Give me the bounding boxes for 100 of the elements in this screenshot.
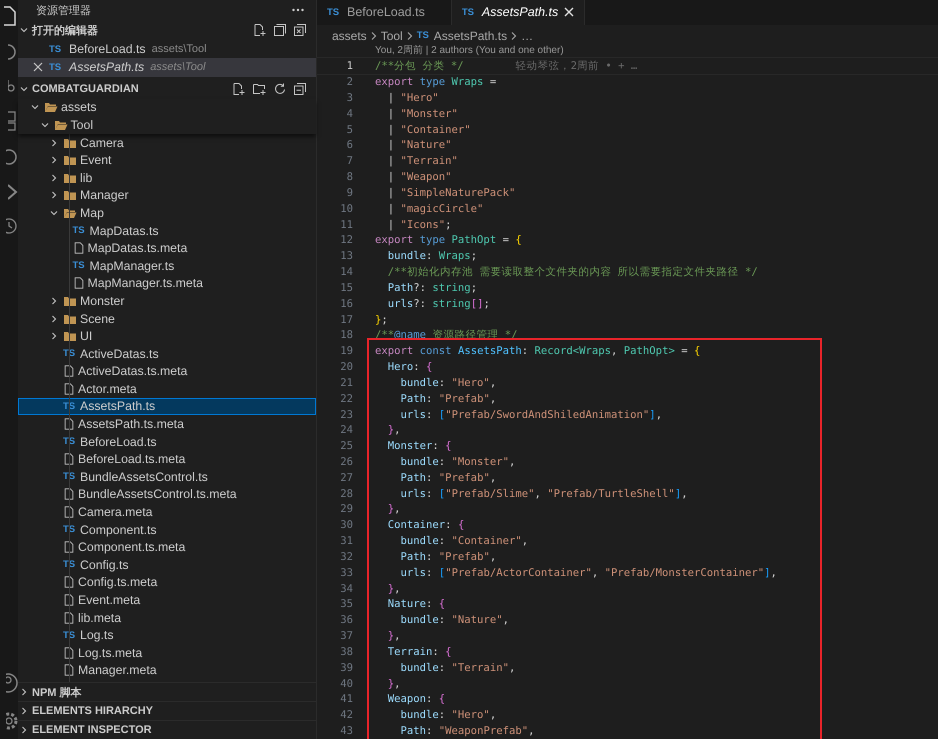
panel-title[interactable]: NPM 脚本 [32, 684, 82, 700]
chevron-icon[interactable] [19, 706, 29, 716]
folder-icon [63, 172, 77, 184]
tree-item[interactable]: Log.ts.meta [18, 644, 316, 662]
code-line: }, [386, 503, 401, 516]
item-label: BundleAssetsControl.ts [80, 470, 208, 484]
item-label: Manager.meta [78, 663, 157, 678]
close-all-icon[interactable] [294, 24, 306, 36]
new-file-icon[interactable] [233, 82, 245, 95]
breadcrumb-item[interactable]: … [521, 28, 534, 43]
code-line: | "Weapon" [386, 171, 452, 184]
item-label: BundleAssetsControl.ts.meta [78, 487, 237, 502]
item-label: Manager [80, 188, 129, 202]
section-title[interactable]: 打开的编辑器 [32, 22, 252, 38]
line-number: 36 [339, 614, 353, 626]
item-label: UI [80, 329, 92, 344]
chevron-icon[interactable] [19, 687, 29, 697]
more-icon[interactable] [292, 8, 304, 12]
chevron-icon[interactable] [49, 138, 59, 148]
tree-item[interactable]: Actor.meta [18, 380, 316, 398]
item-label: Event.meta [78, 593, 140, 608]
item-label: Map [80, 206, 104, 220]
tree-item[interactable]: Map [18, 204, 316, 222]
tree-item[interactable]: TS MapDatas.ts [18, 222, 316, 240]
item-label: Scene [80, 312, 115, 326]
collapse-all-icon[interactable] [294, 82, 306, 95]
panel-title[interactable]: ELEMENT INSPECTOR [32, 724, 152, 736]
tree-item[interactable]: AssetsPath.ts.meta [18, 415, 316, 433]
line-number: 39 [339, 662, 353, 674]
account-icon[interactable] [6, 671, 18, 695]
code-line: | "SimpleNaturePack" [386, 186, 516, 199]
open-editor-item[interactable]: TS AssetsPath.ts assets\Tool [18, 58, 316, 77]
tree-item[interactable]: BundleAssetsControl.ts.meta [18, 486, 316, 504]
file-icon [63, 452, 75, 466]
chevron-icon[interactable] [49, 172, 59, 183]
tree-item[interactable]: Scene [18, 310, 316, 328]
breadcrumb-item[interactable]: Tool [380, 28, 403, 43]
chevron-icon[interactable] [49, 296, 59, 306]
close-icon[interactable] [33, 62, 43, 72]
chevron-icon[interactable] [19, 25, 29, 35]
files-icon[interactable] [4, 6, 18, 28]
editor-tab[interactable]: TS AssetsPath.ts [452, 0, 586, 25]
line-number: 21 [339, 376, 353, 389]
tree-item[interactable]: Monster [18, 292, 316, 310]
tree-item[interactable]: lib [18, 168, 316, 187]
code-line: Container: { [386, 519, 464, 532]
open-editor-item[interactable]: TS BeforeLoad.ts assets\Tool [18, 40, 316, 58]
close-icon[interactable] [564, 7, 574, 18]
typescript-icon: TS [49, 62, 63, 73]
chevron-icon[interactable] [49, 314, 59, 324]
tree-item[interactable]: Camera.meta [18, 503, 316, 521]
clock-icon[interactable] [6, 216, 18, 236]
tree-item[interactable]: BeforeLoad.ts.meta [18, 450, 316, 468]
chevron-icon[interactable] [49, 331, 59, 342]
chevron-icon[interactable] [49, 155, 59, 166]
breadcrumb-item[interactable]: assets [332, 28, 367, 43]
tree-item[interactable]: Manager.meta [18, 662, 316, 680]
tree-item[interactable]: ActiveDatas.ts.meta [18, 362, 316, 380]
refresh-icon[interactable] [274, 82, 286, 95]
section-title[interactable]: COMBATGUARDIAN [32, 82, 231, 95]
tree-item[interactable]: MapDatas.ts.meta [18, 239, 316, 257]
tree-item[interactable]: Camera [18, 134, 316, 152]
new-file-icon[interactable] [254, 24, 266, 36]
item-label: Actor.meta [78, 382, 137, 396]
tree-item[interactable]: Config.ts.meta [18, 574, 316, 592]
new-folder-icon[interactable] [253, 82, 266, 95]
code-line: }; [375, 314, 388, 326]
item-label: MapManager.ts [90, 258, 174, 273]
tree-item[interactable]: Event.meta [18, 591, 316, 609]
item-label: Log.ts.meta [78, 646, 142, 660]
tree-item[interactable]: UI [18, 327, 316, 345]
tree-item[interactable]: MapManager.ts.meta [18, 274, 316, 292]
chevron-icon[interactable] [49, 190, 59, 200]
tree-item[interactable]: Manager [18, 186, 316, 204]
tree-item[interactable]: Tool [18, 116, 316, 134]
folder-icon [63, 206, 77, 219]
tree-item[interactable]: assets [18, 98, 316, 116]
breadcrumb-item[interactable]: AssetsPath.ts [434, 28, 508, 43]
folder-icon [63, 154, 77, 166]
tree-item[interactable]: Component.ts.meta [18, 538, 316, 556]
save-all-icon[interactable] [274, 24, 286, 36]
line-number: 1 [346, 60, 353, 72]
panel-title[interactable]: ELEMENTS HIRARCHY [32, 705, 154, 717]
file-icon [72, 276, 84, 290]
code-line: bundle: "Hero", [400, 709, 496, 722]
file-name: AssetsPath.ts [69, 60, 144, 74]
item-label: Event [80, 153, 112, 168]
sidebar-title: 资源管理器 [36, 4, 91, 18]
code-line: | "Monster" [386, 108, 458, 120]
typescript-icon: TS [416, 30, 431, 42]
codelens-text[interactable]: You, 2周前 | 2 authors (You and one other) [317, 45, 938, 58]
typescript-icon: TS [49, 44, 63, 55]
tree-item[interactable]: lib.meta [18, 608, 316, 626]
chevron-icon[interactable] [19, 725, 29, 735]
tree-item[interactable]: Event [18, 151, 316, 169]
tree-item[interactable]: TS MapManager.ts [18, 256, 316, 275]
line-number: 14 [339, 266, 353, 278]
code-line: Path: "Prefab", [400, 550, 496, 563]
item-label: AssetsPath.ts [80, 399, 156, 414]
line-number: 2 [346, 76, 353, 88]
